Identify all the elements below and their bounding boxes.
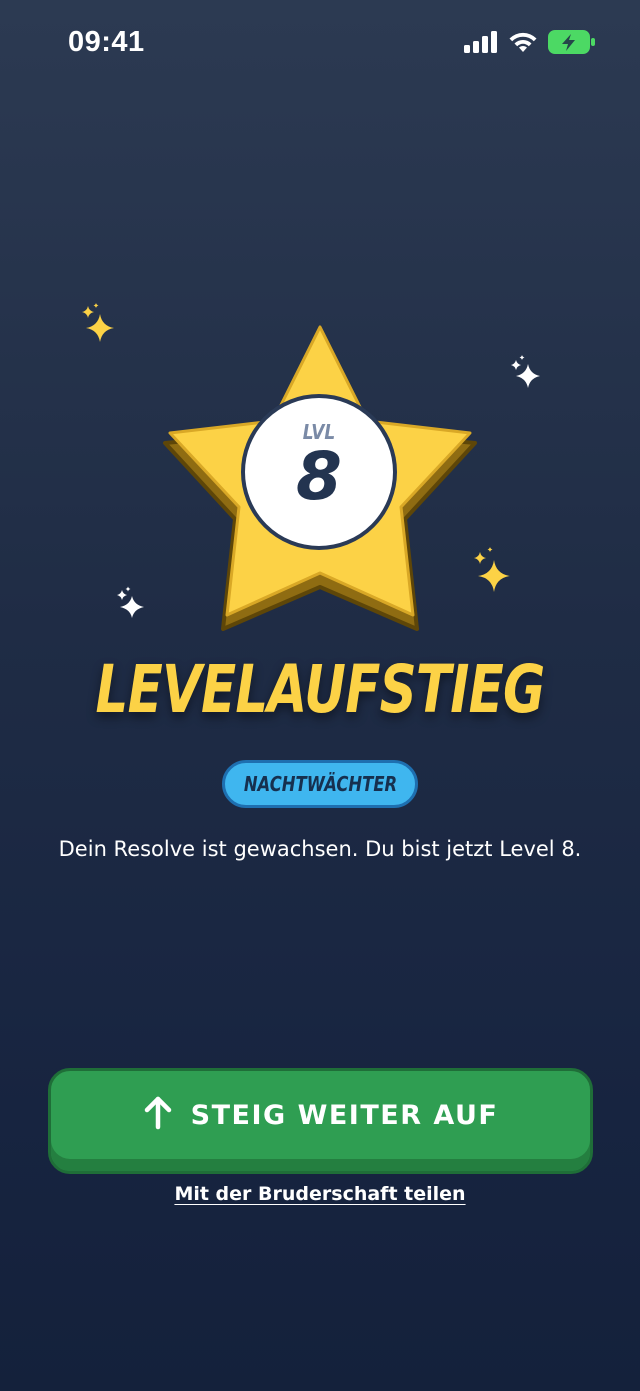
level-number: 8	[296, 438, 342, 515]
continue-leveling-label: STEIG WEITER AUF	[190, 1099, 499, 1131]
share-with-brotherhood-link[interactable]: Mit der Bruderschaft teilen	[174, 1183, 465, 1205]
sparkle-icon	[511, 355, 540, 388]
level-up-headline: LEVELAUFSTIEG	[95, 651, 546, 728]
status-time: 09:41	[68, 26, 145, 58]
level-badge: LVL 8	[241, 394, 397, 550]
rank-label: NACHTWÄCHTER	[243, 772, 397, 796]
continue-leveling-button[interactable]: STEIG WEITER AUF	[48, 1068, 593, 1174]
status-icons	[464, 30, 596, 58]
level-up-message: Dein Resolve ist gewachsen. Du bist jetz…	[58, 837, 582, 861]
sparkle-icon	[82, 303, 114, 342]
rank-badge: NACHTWÄCHTER	[222, 760, 418, 808]
status-bar: 09:41	[0, 0, 640, 88]
sparkle-icon	[117, 586, 144, 618]
wifi-icon	[508, 31, 538, 57]
share-link-row: Mit der Bruderschaft teilen	[0, 1183, 640, 1205]
battery-charging-icon	[548, 30, 596, 58]
arrow-up-icon	[143, 1096, 173, 1134]
cellular-signal-icon	[464, 31, 498, 57]
